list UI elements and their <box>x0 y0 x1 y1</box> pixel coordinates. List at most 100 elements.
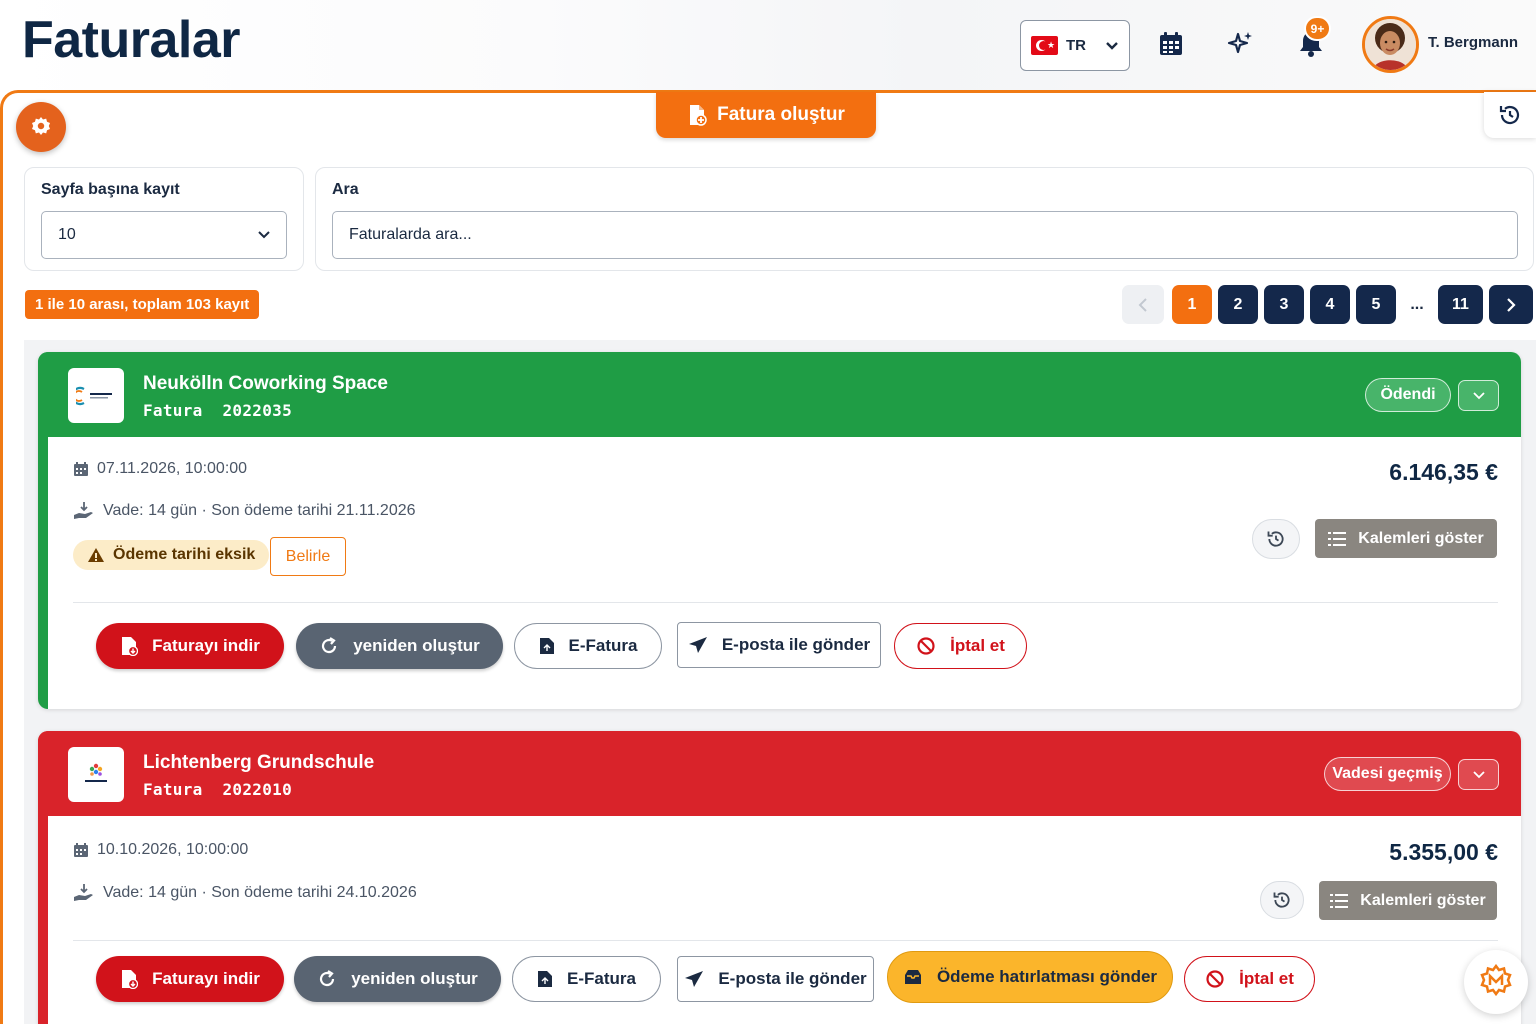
pagination-page-4[interactable]: 4 <box>1310 285 1350 324</box>
invoice-number: 2022035 <box>222 401 293 420</box>
invoice-amount: 6.146,35 € <box>1389 459 1498 485</box>
show-items-button[interactable]: Kalemleri göster <box>1315 519 1497 558</box>
avatar[interactable] <box>1362 16 1419 73</box>
pagination-next[interactable] <box>1489 285 1533 324</box>
language-select[interactable]: ★ TR <box>1020 20 1130 71</box>
pagination-page-last[interactable]: 11 <box>1438 285 1483 324</box>
email-send-label: E-posta ile gönder <box>718 969 867 988</box>
regenerate-button[interactable]: yeniden oluştur <box>296 623 503 669</box>
invoice-card-header[interactable]: Lichtenberg Grundschule Fatura 2022010 V… <box>38 731 1521 816</box>
sparkle-icon[interactable] <box>1225 28 1257 60</box>
email-send-label: E-posta ile gönder <box>721 635 871 654</box>
customer-logo <box>68 747 124 802</box>
cancel-invoice-label: İptal et <box>1239 969 1294 988</box>
results-summary: 1 ile 10 arası, toplam 103 kayıt <box>25 290 260 319</box>
customer-name: Neukölln Coworking Space <box>143 373 388 394</box>
invoice-history-button[interactable] <box>1260 881 1304 919</box>
e-invoice-button[interactable]: E-Fatura <box>512 956 661 1002</box>
turkey-flag-icon: ★ <box>1031 36 1058 55</box>
cancel-invoice-button[interactable]: İptal et <box>1184 956 1315 1002</box>
regenerate-button[interactable]: yeniden oluştur <box>294 956 501 1002</box>
search-filter: Ara Faturalarda ara... <box>315 167 1534 271</box>
inbox-icon <box>904 970 921 984</box>
cancel-invoice-label: İptal et <box>950 636 1005 655</box>
chevron-down-icon <box>1472 392 1485 400</box>
calendar-icon <box>74 843 88 857</box>
email-send-button[interactable]: E-posta ile gönder <box>677 956 874 1002</box>
missing-due-date-warning: Ödeme tarihi eksik <box>73 540 270 570</box>
pagination-page-1[interactable]: 1 <box>1172 285 1212 324</box>
download-invoice-button[interactable]: Faturayı indir <box>96 956 284 1002</box>
e-invoice-button[interactable]: E-Fatura <box>514 623 662 669</box>
per-page-select[interactable]: 10 <box>41 211 287 259</box>
pagination-prev[interactable] <box>1122 285 1164 324</box>
history-icon <box>1499 105 1520 125</box>
payment-terms-row: Vade: 14 gün · Son ödeme tarihi 24.10.20… <box>73 883 417 903</box>
history-icon <box>1273 892 1290 908</box>
status-badge: Ödendi <box>1365 378 1451 412</box>
invoice-number-line: Fatura 2022035 <box>143 401 292 420</box>
history-icon <box>1267 531 1284 547</box>
list-icon <box>1330 893 1349 908</box>
invoice-card: Lichtenberg Grundschule Fatura 2022010 V… <box>38 731 1521 1024</box>
settings-button[interactable] <box>16 102 66 152</box>
paper-plane-icon <box>688 637 707 653</box>
create-invoice-button[interactable]: Fatura oluştur <box>656 92 876 138</box>
user-name[interactable]: T. Bergmann <box>1428 34 1518 51</box>
warning-icon <box>88 548 104 562</box>
per-page-label: Sayfa başına kayıt <box>41 181 180 198</box>
divider <box>73 602 1498 603</box>
chevron-right-icon <box>1507 297 1516 312</box>
show-items-button[interactable]: Kalemleri göster <box>1319 881 1497 920</box>
create-invoice-label: Fatura oluştur <box>717 104 845 125</box>
invoice-card-header[interactable]: Neukölln Coworking Space Fatura 2022035 … <box>38 352 1521 437</box>
download-invoice-button[interactable]: Faturayı indir <box>96 623 284 669</box>
customer-logo <box>68 368 124 423</box>
page-title: Faturalar <box>22 11 241 69</box>
ban-icon <box>917 637 935 655</box>
chevron-down-icon <box>1105 38 1119 54</box>
customer-name: Lichtenberg Grundschule <box>143 752 375 773</box>
paper-plane-icon <box>685 971 704 987</box>
e-invoice-label: E-Fatura <box>568 636 638 655</box>
invoice-history-button[interactable] <box>1252 519 1300 559</box>
invoice-date-row: 10.10.2026, 10:00:00 <box>73 841 248 859</box>
status-badge: Vadesi geçmiş <box>1324 757 1451 791</box>
expand-button[interactable] <box>1458 759 1499 790</box>
history-button[interactable] <box>1484 92 1536 138</box>
payment-hand-icon <box>74 884 93 901</box>
pagination-page-5[interactable]: 5 <box>1356 285 1396 324</box>
invoice-card: Neukölln Coworking Space Fatura 2022035 … <box>38 352 1521 709</box>
file-download-icon <box>122 970 139 989</box>
list-icon <box>1328 531 1347 546</box>
chevron-down-icon <box>258 231 270 239</box>
invoice-label: Fatura <box>143 401 203 420</box>
payment-reminder-button[interactable]: Ödeme hatırlatması gönder <box>887 951 1173 1003</box>
refresh-icon <box>322 637 337 654</box>
file-icon <box>539 638 554 654</box>
email-send-button[interactable]: E-posta ile gönder <box>677 622 881 668</box>
support-button[interactable] <box>1464 950 1528 1014</box>
invoice-date-row: 07.11.2026, 10:00:00 <box>73 460 247 478</box>
pagination-page-2[interactable]: 2 <box>1218 285 1258 324</box>
cancel-invoice-button[interactable]: İptal et <box>894 623 1027 669</box>
per-page-value: 10 <box>58 226 76 243</box>
invoice-number-line: Fatura 2022010 <box>143 780 292 799</box>
pagination-ellipsis: ... <box>1410 295 1424 313</box>
search-input[interactable]: Faturalarda ara... <box>332 211 1518 259</box>
app-header: Faturalar ★ TR 9+ T. Bergmann <box>0 0 1536 92</box>
notification-badge: 9+ <box>1304 16 1331 41</box>
calendar-icon <box>74 462 88 476</box>
show-items-label: Kalemleri göster <box>1360 891 1486 909</box>
warning-text: Ödeme tarihi eksik <box>113 546 256 563</box>
calendar-icon[interactable] <box>1155 28 1187 60</box>
regenerate-label: yeniden oluştur <box>351 969 478 988</box>
payment-terms-row: Vade: 14 gün · Son ödeme tarihi 21.11.20… <box>73 501 416 521</box>
pagination-page-3[interactable]: 3 <box>1264 285 1304 324</box>
chevron-down-icon <box>1472 771 1485 779</box>
ban-icon <box>1206 970 1224 988</box>
expand-button[interactable] <box>1458 380 1499 411</box>
invoice-amount: 5.355,00 € <box>1389 839 1498 865</box>
payment-terms: Vade: 14 gün · Son ödeme tarihi 21.11.20… <box>103 502 416 519</box>
set-due-date-button[interactable]: Belirle <box>270 537 346 576</box>
